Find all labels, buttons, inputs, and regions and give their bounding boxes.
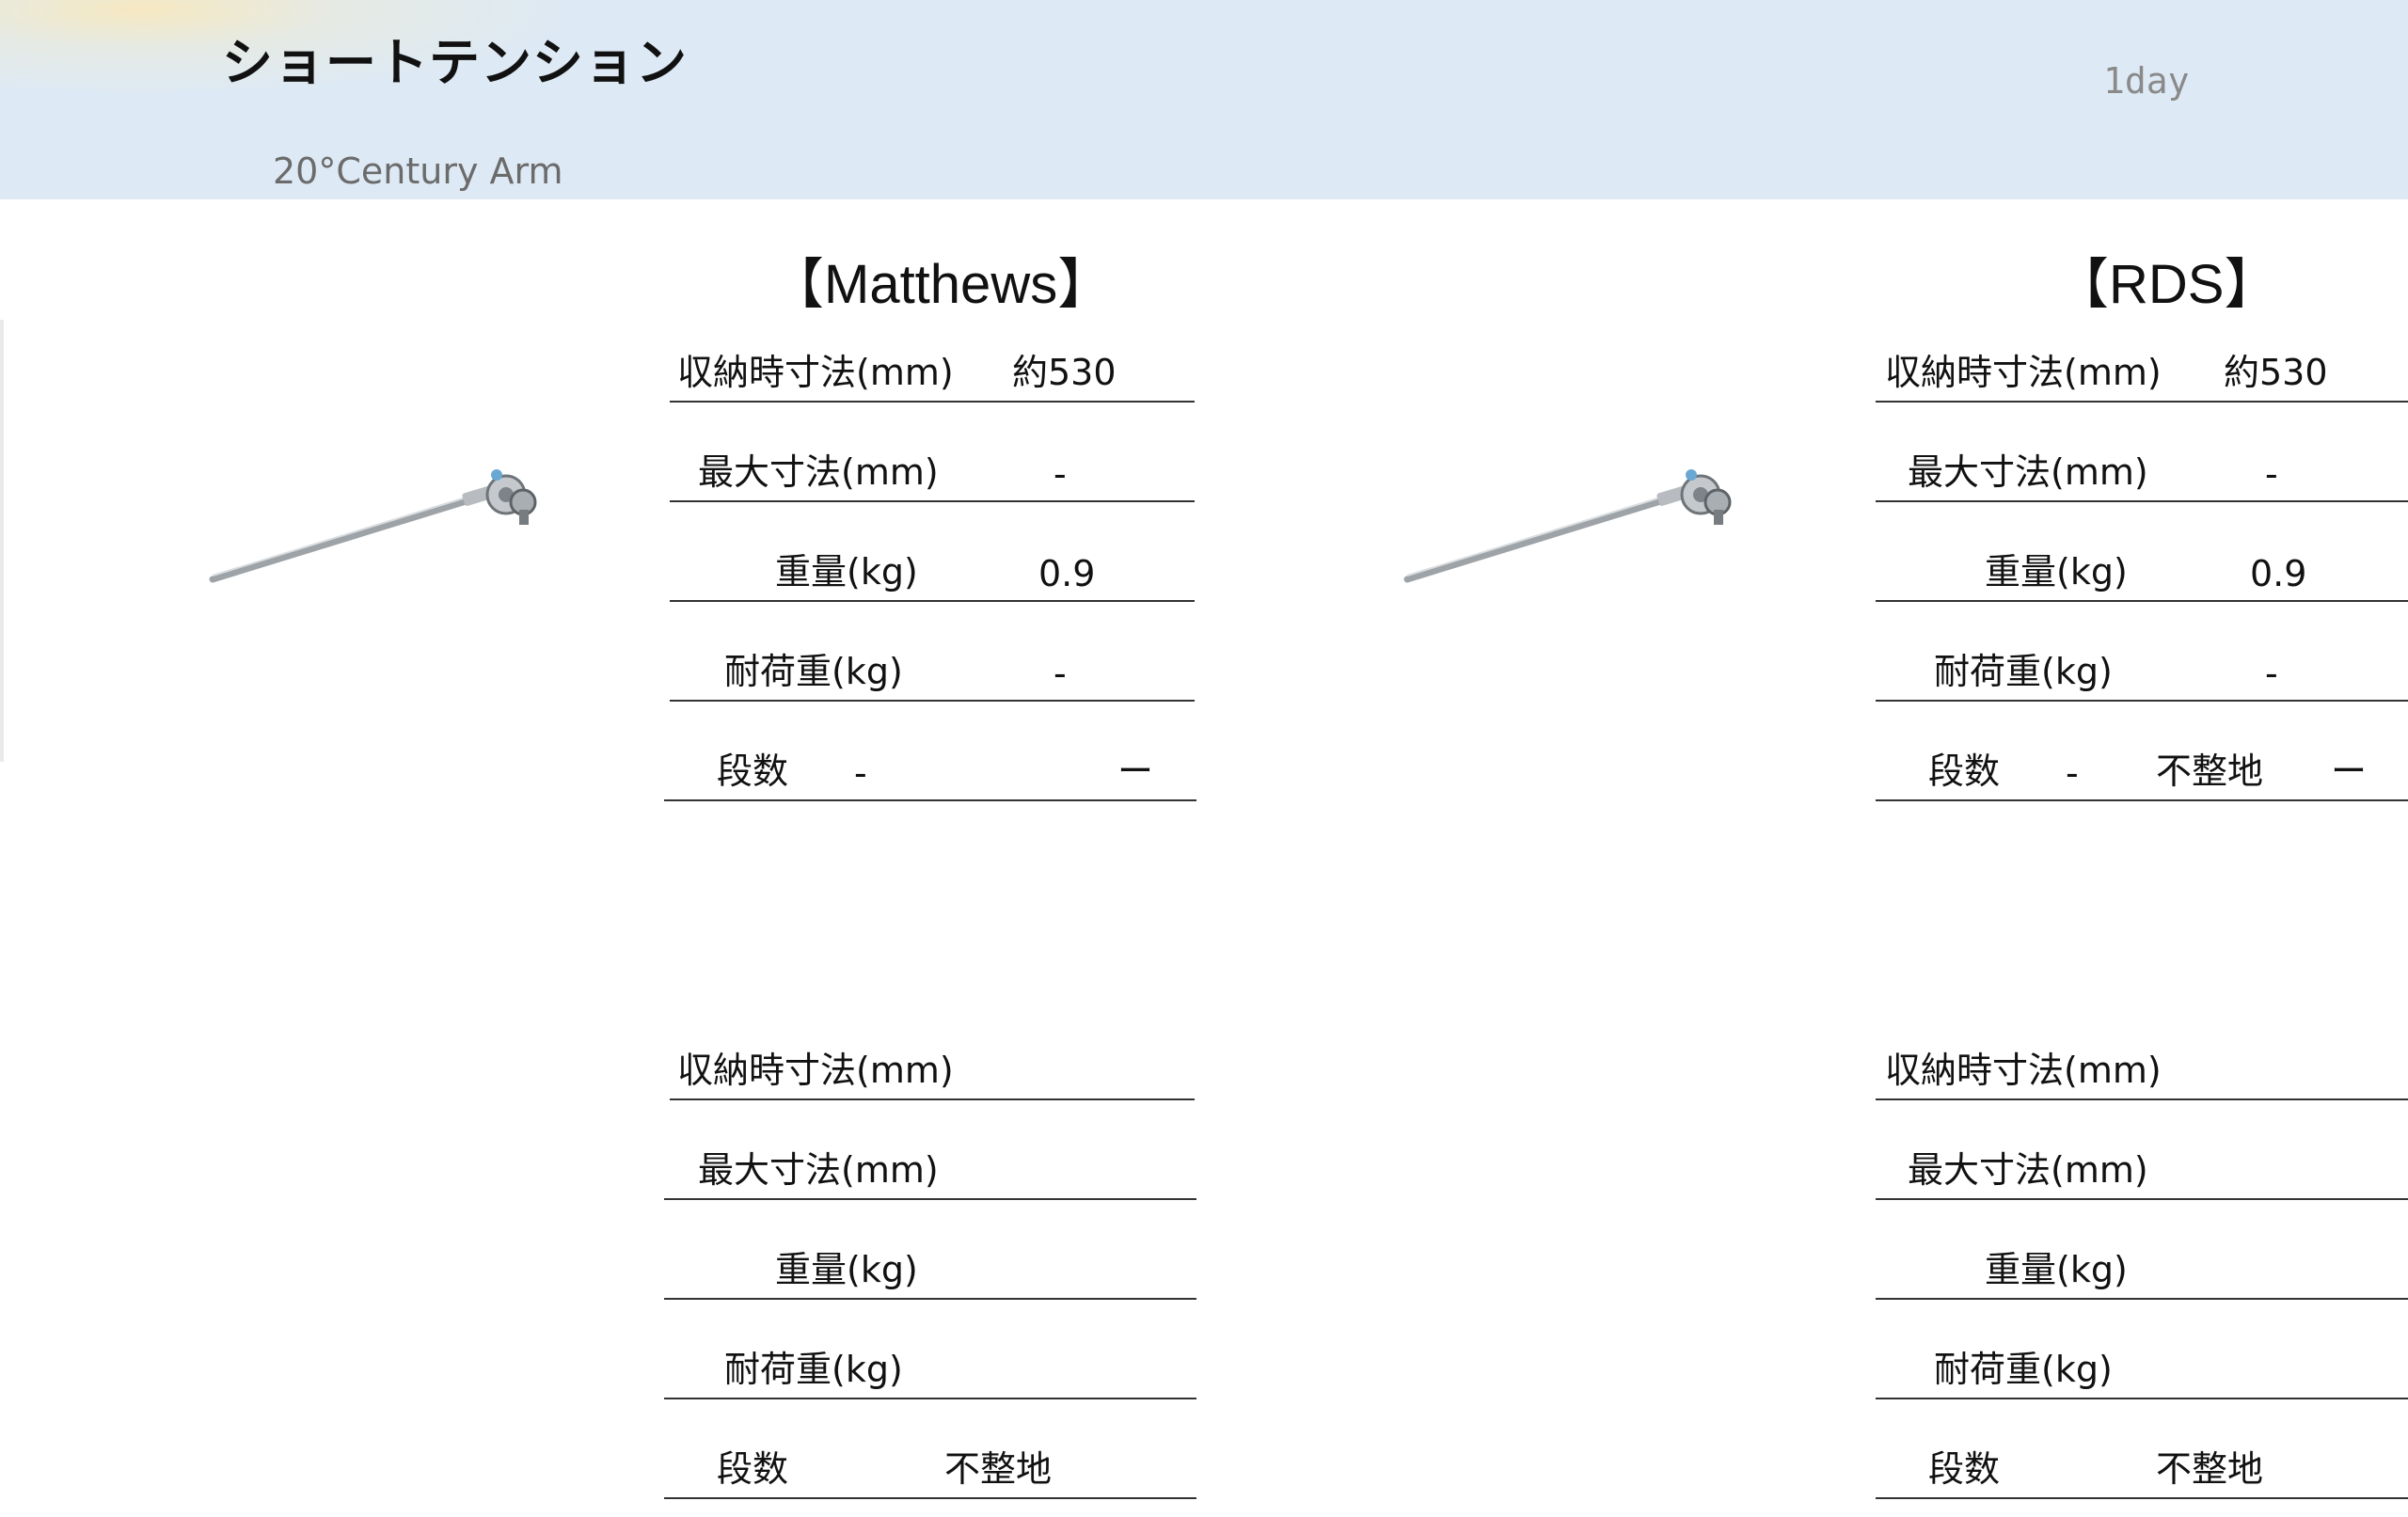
spec-label: 収納時寸法(mm) [677,352,954,393]
spec-label: 耐荷重(kg) [1934,1349,2113,1390]
spec-value: 約530 [1012,352,1117,393]
spec-row-stowed-size: 収納時寸法(mm) 約530 [670,301,1195,403]
spec-row-max-size: 最大寸法(mm) [664,1098,1196,1200]
spec-row-max-size: 最大寸法(mm) [1876,1098,2408,1200]
spec-terrain-value: ー [1117,751,1154,792]
spec-row-weight: 重量(kg) [664,1198,1196,1300]
spec-row-stages: 段数 - ー [664,700,1196,801]
spec-label: 最大寸法(mm) [1908,1149,2148,1191]
spec-value: 約530 [2224,352,2328,393]
spec-row-stowed-size: 収納時寸法(mm) [1876,999,2408,1100]
spec-label: 耐荷重(kg) [724,1349,903,1390]
spec-value: 0.9 [1038,553,1096,594]
spec-label: 重量(kg) [775,1249,918,1290]
spec-label: 収納時寸法(mm) [1885,1050,2162,1091]
spec-label: 収納時寸法(mm) [1885,352,2162,393]
page-header: ショートテンション 20°Century Arm 1day [0,0,2408,199]
spec-label: 最大寸法(mm) [698,1149,939,1191]
spec-terrain-value: ー [2331,751,2368,792]
spec-value: - [2066,752,2079,794]
spec-row-max-size: 最大寸法(mm) - [670,401,1195,502]
spec-row-stages: 段数 - 不整地 ー [1876,700,2408,801]
spec-row-stowed-size: 収納時寸法(mm) 約530 [1876,301,2408,403]
spec-value: - [1054,453,1067,495]
century-arm-image [207,461,546,593]
spec-row-stages: 段数 不整地 [664,1398,1196,1499]
spec-value: 0.9 [2250,553,2307,594]
spec-terrain-label: 不整地 [2156,1448,2264,1490]
spec-label: 耐荷重(kg) [1934,651,2113,692]
spec-row-weight: 重量(kg) [1876,1198,2408,1300]
spec-row-weight: 重量(kg) 0.9 [1876,500,2408,602]
page-title: ショートテンション [222,33,688,92]
spec-row-max-size: 最大寸法(mm) - [1876,401,2408,502]
spec-row-stowed-size: 収納時寸法(mm) [670,999,1195,1100]
spec-label: 段数 [1928,1448,2001,1490]
spec-label: 段数 [717,751,789,792]
spec-label: 重量(kg) [775,551,918,593]
page-subtitle: 20°Century Arm [273,150,563,192]
spec-row-load-capacity: 耐荷重(kg) - [670,600,1195,702]
century-arm-image [1402,461,1740,593]
spec-label: 収納時寸法(mm) [677,1050,954,1091]
page-edge-rule [0,320,4,762]
spec-value: - [1054,653,1067,694]
rental-unit: 1day [2103,60,2190,102]
spec-label: 段数 [1928,751,2001,792]
spec-label: 耐荷重(kg) [724,651,903,692]
spec-value: - [2265,453,2278,495]
spec-label: 最大寸法(mm) [698,451,939,493]
spec-label: 最大寸法(mm) [1908,451,2148,493]
spec-row-load-capacity: 耐荷重(kg) - [1876,600,2408,702]
spec-row-load-capacity: 耐荷重(kg) [664,1298,1196,1399]
spec-terrain-label: 不整地 [944,1448,1053,1490]
spec-label: 重量(kg) [1985,551,2128,593]
spec-row-weight: 重量(kg) 0.9 [670,500,1195,602]
spec-label: 段数 [717,1448,789,1490]
spec-value: - [854,752,867,794]
spec-terrain-label: 不整地 [2156,751,2264,792]
spec-label: 重量(kg) [1985,1249,2128,1290]
spec-row-stages: 段数 不整地 [1876,1398,2408,1499]
spec-row-load-capacity: 耐荷重(kg) [1876,1298,2408,1399]
spec-value: - [2265,653,2278,694]
